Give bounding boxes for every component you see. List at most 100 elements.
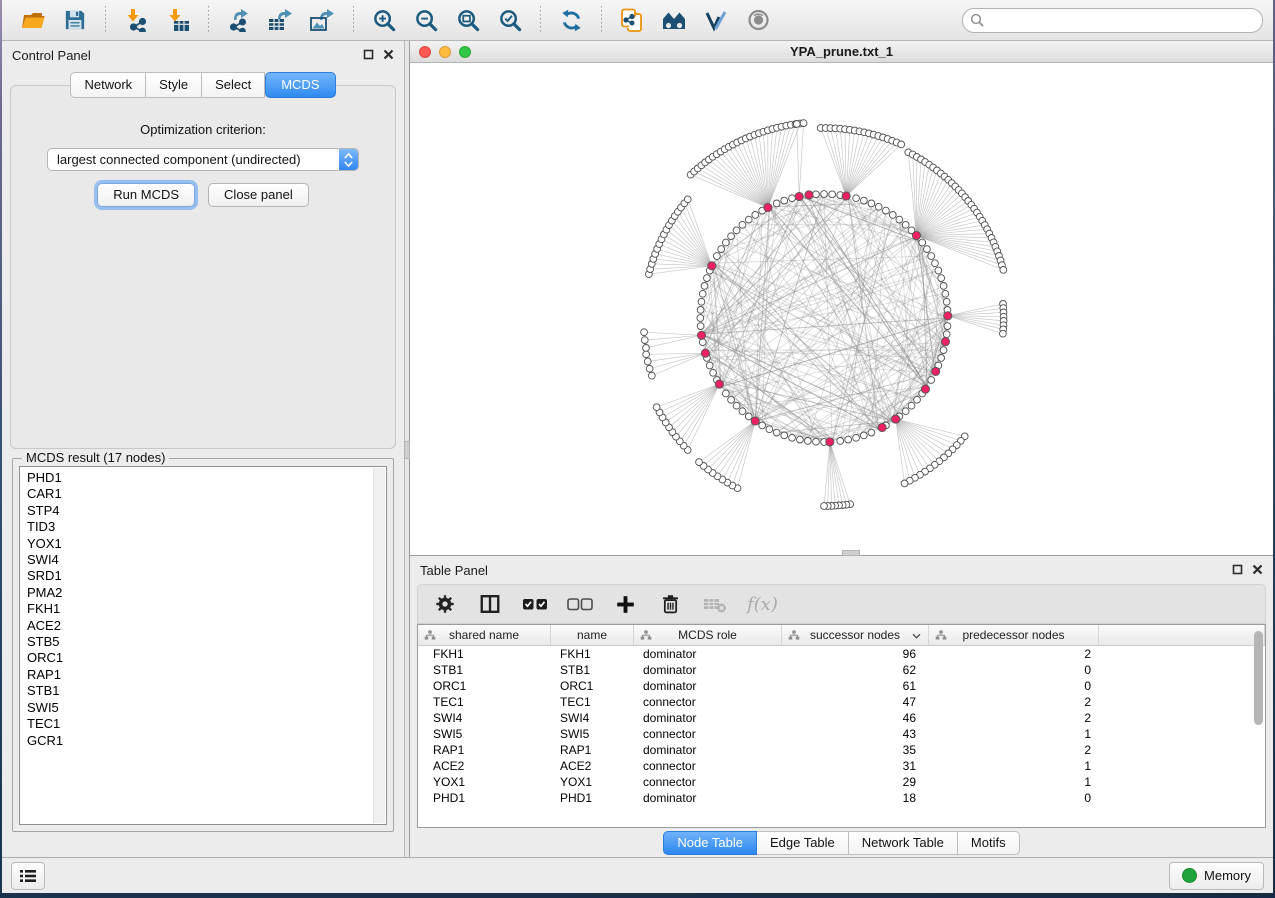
table-row[interactable]: FKH1FKH1dominator962 [418, 646, 1265, 662]
network-node[interactable] [713, 253, 720, 260]
network-node[interactable] [821, 503, 828, 510]
network-node[interactable] [928, 253, 935, 260]
network-hub-node[interactable] [842, 192, 850, 200]
optimization-criterion-select[interactable]: largest connected component (undirected) [47, 148, 359, 171]
column-header-mcds-role[interactable]: MCDS role [634, 625, 782, 645]
network-node[interactable] [701, 283, 708, 290]
table-scrollbar[interactable] [1252, 627, 1264, 825]
mcds-result-item[interactable]: PMA2 [27, 585, 386, 601]
show-column-button[interactable] [477, 591, 503, 617]
tab-node-table[interactable]: Node Table [663, 831, 757, 855]
network-node[interactable] [944, 323, 951, 330]
mcds-result-item[interactable]: TEC1 [27, 716, 386, 732]
export-table-button[interactable] [265, 5, 297, 35]
tab-mcds[interactable]: MCDS [265, 72, 335, 98]
create-column-button[interactable] [612, 591, 638, 617]
zoom-out-button[interactable] [410, 5, 442, 35]
network-node[interactable] [773, 200, 780, 207]
select-all-button[interactable] [522, 591, 548, 617]
mcds-result-item[interactable]: SWI4 [27, 552, 386, 568]
network-hub-node[interactable] [764, 203, 772, 211]
network-hub-node[interactable] [701, 349, 709, 357]
network-hub-node[interactable] [715, 380, 723, 388]
mcds-result-item[interactable]: ACE2 [27, 618, 386, 634]
tab-network[interactable]: Network [70, 72, 146, 98]
network-node[interactable] [728, 233, 735, 240]
column-header-name[interactable]: name [551, 625, 634, 645]
network-node[interactable] [697, 307, 704, 314]
network-node[interactable] [940, 283, 947, 290]
network-node[interactable] [804, 438, 811, 445]
network-hub-node[interactable] [892, 415, 900, 423]
close-panel-icon[interactable] [1252, 563, 1263, 578]
export-image-button[interactable] [307, 5, 339, 35]
import-table-button[interactable] [162, 5, 194, 35]
network-node[interactable] [653, 404, 660, 411]
network-node[interactable] [821, 191, 828, 198]
network-node[interactable] [722, 239, 729, 246]
network-node[interactable] [932, 260, 939, 267]
network-node[interactable] [919, 239, 926, 246]
mcds-result-item[interactable]: PHD1 [27, 470, 386, 486]
column-header-shared-name[interactable]: shared name [418, 625, 551, 645]
mcds-result-item[interactable]: CAR1 [27, 486, 386, 502]
save-session-button[interactable] [59, 5, 91, 35]
network-hub-node[interactable] [751, 417, 759, 425]
close-panel-button[interactable]: Close panel [208, 183, 309, 207]
network-node[interactable] [752, 212, 759, 219]
network-node[interactable] [718, 246, 725, 253]
network-node[interactable] [902, 221, 909, 228]
mcds-result-item[interactable]: SWI5 [27, 700, 386, 716]
network-node[interactable] [898, 141, 905, 148]
column-header-predecessor-nodes[interactable]: predecessor nodes [929, 625, 1099, 645]
tab-network-table[interactable]: Network Table [849, 831, 958, 855]
table-row[interactable]: RAP1RAP1dominator352 [418, 742, 1265, 758]
search-input[interactable] [985, 12, 1258, 28]
network-hub-node[interactable] [795, 192, 803, 200]
network-node[interactable] [648, 372, 655, 379]
mcds-result-item[interactable]: YOX1 [27, 536, 386, 552]
network-node[interactable] [883, 207, 890, 214]
import-network-button[interactable] [120, 5, 152, 35]
export-network-button[interactable] [223, 5, 255, 35]
network-node[interactable] [722, 390, 729, 397]
network-hub-node[interactable] [878, 423, 886, 431]
table-row[interactable]: STB1STB1dominator620 [418, 662, 1265, 678]
table-options-button[interactable] [432, 591, 458, 617]
network-node[interactable] [938, 275, 945, 282]
run-mcds-button[interactable]: Run MCDS [97, 183, 195, 207]
network-node[interactable] [943, 298, 950, 305]
network-node[interactable] [813, 191, 820, 198]
network-node[interactable] [745, 216, 752, 223]
zoom-in-button[interactable] [368, 5, 400, 35]
network-node[interactable] [1000, 330, 1007, 337]
float-panel-icon[interactable] [363, 48, 374, 63]
network-node[interactable] [837, 438, 844, 445]
network-node[interactable] [845, 436, 852, 443]
table-scrollbar-thumb[interactable] [1254, 631, 1263, 725]
network-node[interactable] [908, 402, 915, 409]
network-node[interactable] [739, 408, 746, 415]
network-node[interactable] [697, 323, 704, 330]
network-canvas[interactable] [410, 63, 1273, 555]
network-node[interactable] [860, 432, 867, 439]
table-row[interactable]: TEC1TEC1connector472 [418, 694, 1265, 710]
network-node[interactable] [745, 413, 752, 420]
show-all-button[interactable] [742, 5, 774, 35]
network-node[interactable] [759, 422, 766, 429]
network-node[interactable] [868, 200, 875, 207]
network-node[interactable] [699, 339, 706, 346]
table-row[interactable]: PHD1PHD1dominator180 [418, 790, 1265, 806]
network-node[interactable] [643, 351, 650, 358]
network-hub-node[interactable] [912, 231, 920, 239]
show-panels-button[interactable] [11, 862, 45, 890]
network-node[interactable] [641, 329, 648, 336]
network-node[interactable] [813, 438, 820, 445]
mcds-result-item[interactable]: ORC1 [27, 650, 386, 666]
network-node[interactable] [698, 298, 705, 305]
network-node[interactable] [697, 315, 704, 322]
result-list-scrollbar[interactable] [373, 468, 385, 823]
float-panel-icon[interactable] [1232, 563, 1243, 578]
network-node[interactable] [889, 212, 896, 219]
network-hub-node[interactable] [708, 262, 716, 270]
